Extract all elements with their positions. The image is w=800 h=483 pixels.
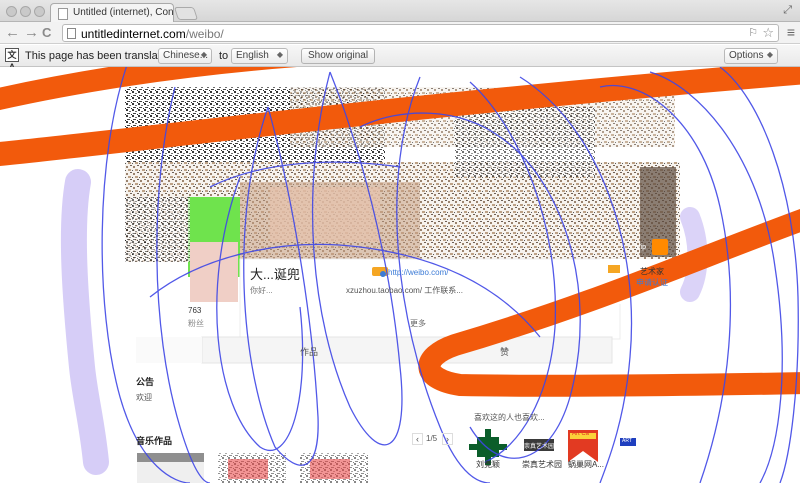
cover-figure	[270, 187, 380, 242]
profile-bio: 你好...	[250, 286, 273, 295]
artist-label: 艺术家	[640, 267, 664, 276]
minimize-window-button[interactable]	[20, 6, 31, 17]
to-label: to	[219, 50, 229, 62]
reload-icon[interactable]: C	[42, 23, 51, 43]
forward-icon[interactable]: →	[24, 23, 39, 43]
back-icon[interactable]: ←	[5, 23, 20, 43]
profile-name: 大...诞兜	[250, 267, 300, 282]
target-language-select[interactable]: English ◆	[231, 48, 288, 64]
shop-link[interactable]: xzuzhou.taobao.com/ 工作联系...	[346, 285, 463, 296]
more-link[interactable]: 更多	[410, 318, 426, 329]
tab-strip: Untitled (internet), Consta ⤢	[0, 0, 800, 23]
tab-title: Untitled (internet), Consta	[73, 7, 174, 18]
follower-label: 粉丝	[188, 319, 204, 328]
recommend-item-name[interactable]: 蜗巢网A...	[568, 459, 604, 470]
page-icon	[67, 28, 76, 39]
url-text: untitledinternet.com/weibo/	[81, 27, 224, 41]
vip-icon	[652, 239, 668, 255]
recommend-logo-label: Art Ca	[572, 431, 590, 437]
translate-options-button[interactable]: Options ◆	[724, 48, 778, 64]
sidebar-heading: 公告	[136, 377, 155, 387]
tab-works[interactable]: 作品	[300, 345, 318, 358]
web-page: 大...诞兜 http://weibo.com/ 你好... xzuzhou.t…	[0, 67, 800, 483]
recommend-item-name[interactable]: 崇真艺术园	[522, 459, 562, 470]
pager-prev-button[interactable]: ‹	[412, 433, 423, 445]
level-badge-icon	[608, 265, 620, 273]
page-favicon-icon	[58, 8, 68, 20]
zoom-window-button[interactable]	[34, 6, 45, 17]
url-path: /weibo/	[185, 27, 224, 41]
music-heading: 音乐作品	[136, 436, 173, 446]
music-thumb-red	[310, 459, 350, 479]
browser-menu-icon[interactable]: ≡	[787, 25, 795, 39]
browser-toolbar: ← → C untitledinternet.com/weibo/ ⚐ ☆ ≡	[0, 22, 800, 44]
sidebar-text: 欢迎	[136, 393, 152, 402]
link-icon	[380, 271, 386, 277]
vip-label: Vip	[636, 244, 646, 251]
pager-label: 1/5	[426, 434, 438, 443]
options-label: Options	[729, 50, 764, 61]
dropdown-arrow-icon: ◆	[200, 50, 207, 59]
translate-icon: 文A	[5, 48, 19, 72]
close-window-button[interactable]	[6, 6, 17, 17]
bookmark-star-icon[interactable]: ☆	[762, 25, 774, 41]
dropdown-arrow-icon: ◆	[766, 50, 773, 59]
dropdown-arrow-icon: ◆	[276, 50, 283, 59]
tab-bar-left	[136, 337, 202, 363]
apply-verify-link[interactable]: 申请认证	[636, 277, 668, 288]
target-language-value: English	[236, 50, 269, 61]
browser-tab[interactable]: Untitled (internet), Consta	[50, 3, 174, 23]
cover-noise-block	[455, 107, 595, 177]
screen: Untitled (internet), Consta ⤢ ← → C unti…	[0, 0, 800, 483]
url-domain: untitledinternet.com	[81, 27, 186, 41]
source-language-select[interactable]: Chinese... ◆	[158, 48, 212, 64]
avatar	[190, 242, 238, 302]
profile-link[interactable]: http://weibo.com/	[388, 268, 448, 277]
recommend-item-name[interactable]: 刘竞颖	[476, 459, 500, 470]
music-thumb-red	[228, 459, 268, 479]
recommend-heading: 喜欢这的人也喜欢...	[474, 413, 545, 422]
pager-next-button[interactable]: ›	[442, 433, 453, 445]
follower-count: 763	[188, 306, 202, 315]
recommend-logo-label: ART	[622, 438, 632, 444]
tab-praise[interactable]: 赞	[500, 345, 509, 358]
address-bar[interactable]: untitledinternet.com/weibo/ ⚐ ☆	[62, 24, 779, 42]
fullscreen-icon[interactable]: ⤢	[783, 4, 792, 17]
new-tab-button[interactable]	[173, 7, 199, 20]
recommend-logo-label: 崇真艺术园	[524, 444, 555, 450]
translate-icon[interactable]: ⚐	[748, 26, 758, 39]
show-original-button[interactable]: Show original	[301, 48, 376, 64]
translate-bar: 文A This page has been translated from Ch…	[0, 45, 800, 72]
lavender-brush-stroke	[60, 169, 109, 475]
